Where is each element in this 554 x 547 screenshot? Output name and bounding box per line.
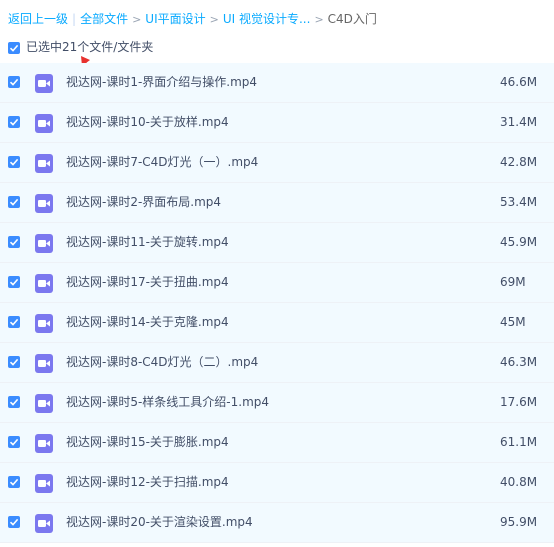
checkmark-icon xyxy=(9,78,19,86)
file-checkbox[interactable] xyxy=(8,156,20,168)
video-file-icon xyxy=(35,114,53,133)
file-size: 46.6M xyxy=(500,75,538,89)
file-checkbox[interactable] xyxy=(8,196,20,208)
breadcrumb-separator: | xyxy=(72,12,77,26)
selection-count-label: 已选中21个文件/文件夹 xyxy=(26,40,154,54)
video-file-icon xyxy=(35,474,53,493)
video-file-icon xyxy=(35,394,53,413)
file-checkbox[interactable] xyxy=(8,236,20,248)
file-size: 53.4M xyxy=(500,195,538,209)
file-name[interactable]: 视达网-课时10-关于放样.mp4 xyxy=(66,103,229,142)
checkmark-icon xyxy=(9,158,19,166)
file-name[interactable]: 视达网-课时5-样条线工具介绍-1.mp4 xyxy=(66,383,269,422)
checkmark-icon xyxy=(9,398,19,406)
file-size: 40.8M xyxy=(500,475,538,489)
file-size: 42.8M xyxy=(500,155,538,169)
select-all-checkbox[interactable] xyxy=(8,41,20,54)
file-row[interactable]: 视达网-课时12-关于扫描.mp4 40.8M xyxy=(0,463,554,503)
file-size: 46.3M xyxy=(500,355,538,369)
file-checkbox[interactable] xyxy=(8,476,20,488)
breadcrumb-back-link[interactable]: 返回上一级 xyxy=(8,12,68,26)
file-list: 视达网-课时1-界面介绍与操作.mp4 46.6M 视达网-课时10-关于放样.… xyxy=(0,63,554,543)
file-size: 69M xyxy=(500,275,526,289)
chevron-right-icon: > xyxy=(209,13,219,26)
video-file-icon xyxy=(35,274,53,293)
checkmark-icon xyxy=(9,278,19,286)
file-checkbox[interactable] xyxy=(8,116,20,128)
video-file-icon xyxy=(35,74,53,93)
file-name[interactable]: 视达网-课时8-C4D灯光（二）.mp4 xyxy=(66,343,258,382)
file-name[interactable]: 视达网-课时11-关于旋转.mp4 xyxy=(66,223,229,262)
video-file-icon xyxy=(35,434,53,453)
file-row[interactable]: 视达网-课时2-界面布局.mp4 53.4M xyxy=(0,183,554,223)
chevron-right-icon: > xyxy=(314,13,324,26)
chevron-right-icon: > xyxy=(132,13,142,26)
breadcrumb-ui-visual-link[interactable]: UI 视觉设计专... xyxy=(223,12,311,26)
file-size: 31.4M xyxy=(500,115,538,129)
checkmark-icon xyxy=(9,358,19,366)
checkmark-icon xyxy=(9,318,19,326)
file-name[interactable]: 视达网-课时20-关于渲染设置.mp4 xyxy=(66,503,253,542)
breadcrumb: 返回上一级 | 全部文件 > UI平面设计 > UI 视觉设计专... > C4D入门 xyxy=(8,10,377,28)
file-name[interactable]: 视达网-课时14-关于克隆.mp4 xyxy=(66,303,229,342)
file-name[interactable]: 视达网-课时2-界面布局.mp4 xyxy=(66,183,221,222)
checkmark-icon xyxy=(9,438,19,446)
file-checkbox[interactable] xyxy=(8,276,20,288)
file-checkbox[interactable] xyxy=(8,316,20,328)
file-checkbox[interactable] xyxy=(8,356,20,368)
video-file-icon xyxy=(35,354,53,373)
video-file-icon xyxy=(35,314,53,333)
file-row[interactable]: 视达网-课时10-关于放样.mp4 31.4M xyxy=(0,103,554,143)
file-checkbox[interactable] xyxy=(8,76,20,88)
file-row[interactable]: 视达网-课时14-关于克隆.mp4 45M xyxy=(0,303,554,343)
file-size: 17.6M xyxy=(500,395,538,409)
file-name[interactable]: 视达网-课时17-关于扭曲.mp4 xyxy=(66,263,229,302)
file-checkbox[interactable] xyxy=(8,396,20,408)
video-file-icon xyxy=(35,154,53,173)
file-size: 45M xyxy=(500,315,526,329)
checkmark-icon xyxy=(9,198,19,206)
video-file-icon xyxy=(35,514,53,533)
file-checkbox[interactable] xyxy=(8,436,20,448)
file-name[interactable]: 视达网-课时7-C4D灯光（一）.mp4 xyxy=(66,143,258,182)
checkmark-icon xyxy=(9,44,19,52)
file-name[interactable]: 视达网-课时15-关于膨胀.mp4 xyxy=(66,423,229,462)
file-row[interactable]: 视达网-课时15-关于膨胀.mp4 61.1M xyxy=(0,423,554,463)
video-file-icon xyxy=(35,194,53,213)
file-row[interactable]: 视达网-课时5-样条线工具介绍-1.mp4 17.6M xyxy=(0,383,554,423)
breadcrumb-all-files-link[interactable]: 全部文件 xyxy=(80,12,128,26)
checkmark-icon xyxy=(9,478,19,486)
checkmark-icon xyxy=(9,118,19,126)
breadcrumb-ui-design-link[interactable]: UI平面设计 xyxy=(145,12,205,26)
file-size: 45.9M xyxy=(500,235,538,249)
file-row[interactable]: 视达网-课时1-界面介绍与操作.mp4 46.6M xyxy=(0,63,554,103)
file-row[interactable]: 视达网-课时11-关于旋转.mp4 45.9M xyxy=(0,223,554,263)
checkmark-icon xyxy=(9,238,19,246)
file-row[interactable]: 视达网-课时20-关于渲染设置.mp4 95.9M xyxy=(0,503,554,543)
file-row[interactable]: 视达网-课时8-C4D灯光（二）.mp4 46.3M xyxy=(0,343,554,383)
file-checkbox[interactable] xyxy=(8,516,20,528)
file-name[interactable]: 视达网-课时1-界面介绍与操作.mp4 xyxy=(66,63,257,102)
file-size: 61.1M xyxy=(500,435,538,449)
video-file-icon xyxy=(35,234,53,253)
file-name[interactable]: 视达网-课时12-关于扫描.mp4 xyxy=(66,463,229,502)
breadcrumb-current: C4D入门 xyxy=(327,12,377,26)
file-row[interactable]: 视达网-课时17-关于扭曲.mp4 69M xyxy=(0,263,554,303)
file-row[interactable]: 视达网-课时7-C4D灯光（一）.mp4 42.8M xyxy=(0,143,554,183)
checkmark-icon xyxy=(9,518,19,526)
file-size: 95.9M xyxy=(500,515,538,529)
